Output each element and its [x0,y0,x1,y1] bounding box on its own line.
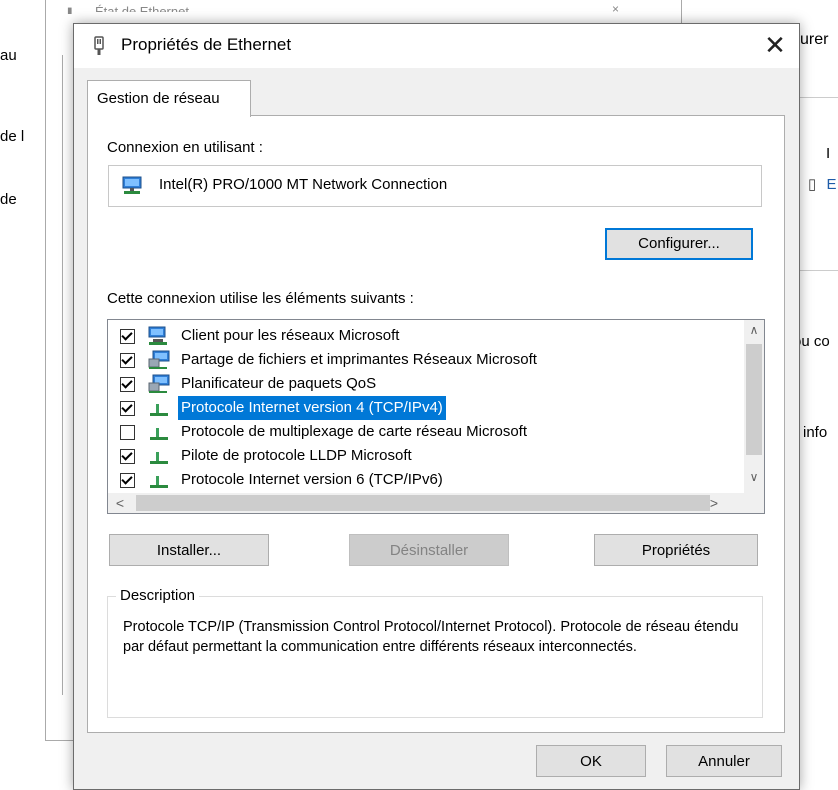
network-service-icon [148,350,170,369]
vertical-scrollbar[interactable]: ∧ ∨ [744,320,764,493]
item-checkbox[interactable] [120,449,135,464]
list-item[interactable]: Client pour les réseaux Microsoft [108,324,728,348]
scroll-up-icon[interactable]: ∧ [744,323,764,337]
tab-label: Gestion de réseau [97,90,220,107]
horizontal-scrollbar[interactable]: < > [108,493,764,513]
items-label: Cette connexion utilise les éléments sui… [107,290,414,307]
list-item[interactable]: Partage de fichiers et imprimantes Résea… [108,348,728,372]
background-adapter-link[interactable]: ▯ E [808,175,836,193]
dialog-title: Propriétés de Ethernet [121,35,292,54]
description-text: Protocole TCP/IP (Transmission Control P… [123,619,739,655]
item-label: Partage de fichiers et imprimantes Résea… [181,351,537,368]
properties-button[interactable]: Propriétés [594,534,758,566]
background-window-icon: ▮ [67,6,73,14]
item-checkbox[interactable] [120,377,135,392]
background-right-text-3: info [803,424,828,441]
item-label: Protocole de multiplexage de carte résea… [181,423,528,440]
scrollbar-corner [744,493,764,513]
background-left-text-1: au [0,47,17,64]
install-button[interactable]: Installer... [109,534,269,566]
item-label: Pilote de protocole LLDP Microsoft [181,447,412,464]
background-right-title-fragment: urer [800,31,829,48]
tab-panel: Connexion en utilisant : Intel(R) PRO/10… [87,115,785,733]
background-right-text-1: I [826,145,831,162]
item-checkbox[interactable] [120,401,135,416]
network-service-icon [148,374,170,393]
protocol-icon [150,452,168,464]
background-separator-2 [797,270,838,271]
scroll-down-icon[interactable]: ∨ [744,470,764,484]
configure-button[interactable]: Configurer... [605,228,753,260]
uninstall-button[interactable]: Désinstaller [349,534,509,566]
protocol-icon [150,476,168,488]
close-button[interactable]: ✕ [755,26,795,64]
description-title: Description [116,587,200,604]
item-checkbox[interactable] [120,353,135,368]
item-label: Protocole Internet version 4 (TCP/IPv4) [178,396,446,420]
adapter-name: Intel(R) PRO/1000 MT Network Connection [159,176,448,193]
background-window-title: État de Ethernet [95,4,189,12]
description-groupbox: Description Protocole TCP/IP (Transmissi… [107,587,763,718]
background-adapter-link-label: E [826,176,837,193]
item-checkbox[interactable] [120,425,135,440]
list-item[interactable]: Planificateur de paquets QoS [108,372,728,396]
item-label: Protocole Internet version 6 (TCP/IPv6) [181,471,443,488]
item-checkbox[interactable] [120,329,135,344]
scroll-right-icon[interactable]: > [704,495,724,511]
horizontal-scroll-thumb[interactable] [136,495,710,511]
background-close-button[interactable]: × [612,2,619,12]
list-item-selected[interactable]: Protocole Internet version 4 (TCP/IPv4) [108,396,728,420]
background-separator [797,97,838,98]
ethernet-properties-dialog: Propriétés de Ethernet ✕ Gestion de rése… [73,23,800,790]
item-checkbox[interactable] [120,473,135,488]
network-client-icon [148,326,167,345]
list-item[interactable]: Protocole de multiplexage de carte résea… [108,420,728,444]
ethernet-adapter-icon [94,36,104,55]
cancel-button[interactable]: Annuler [666,745,782,777]
components-list[interactable]: Client pour les réseaux Microsoft Partag… [107,319,765,514]
connect-using-label: Connexion en utilisant : [107,139,263,156]
tab-gestion-de-reseau[interactable]: Gestion de réseau [87,80,251,117]
ok-button[interactable]: OK [536,745,646,777]
protocol-icon [150,428,168,440]
protocol-icon [150,404,168,416]
list-item[interactable]: Pilote de protocole LLDP Microsoft [108,444,728,468]
network-adapter-icon [122,176,142,194]
adapter-box: Intel(R) PRO/1000 MT Network Connection [108,165,762,207]
item-label: Planificateur de paquets QoS [181,375,377,392]
list-item[interactable]: Protocole Internet version 6 (TCP/IPv6) [108,468,728,492]
item-label: Client pour les réseaux Microsoft [181,327,400,344]
vertical-scroll-thumb[interactable] [746,344,762,455]
dialog-titlebar[interactable]: Propriétés de Ethernet ✕ [74,24,799,68]
ethernet-adapter-icon: ▯ [808,176,817,193]
background-left-text-2[interactable]: de l [0,128,24,145]
scroll-left-icon[interactable]: < [110,495,130,511]
background-left-text-3[interactable]: de [0,191,17,208]
